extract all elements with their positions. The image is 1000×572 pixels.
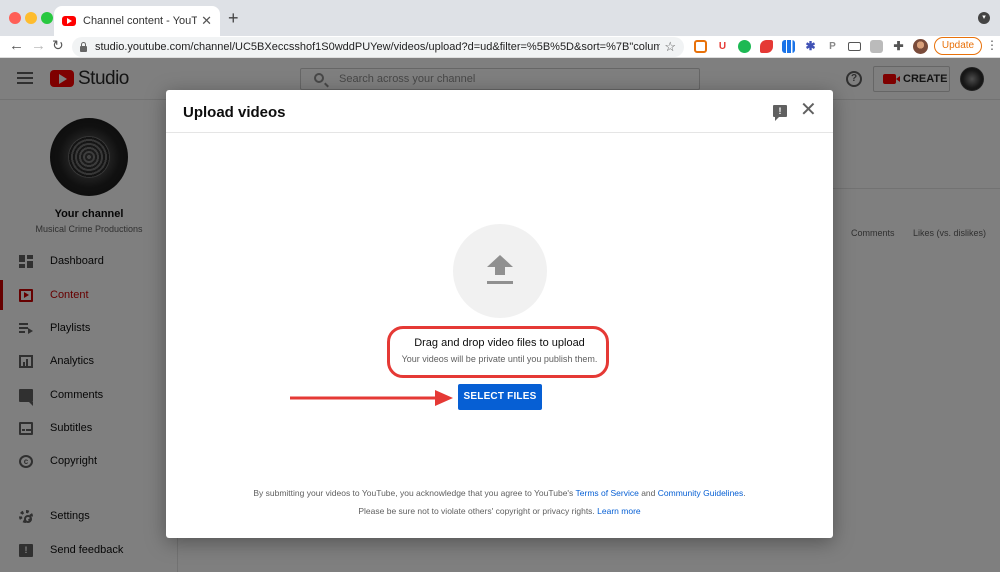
new-tab-button[interactable]: +: [228, 8, 239, 29]
extension-grey-icon[interactable]: [870, 40, 883, 53]
lock-icon: [80, 41, 87, 52]
annotation-highlight-oval: [387, 326, 609, 378]
extension-layout-icon[interactable]: [694, 40, 707, 53]
chrome-profile-menu-icon[interactable]: ▾: [978, 12, 990, 24]
extension-gear-icon[interactable]: ✱: [804, 40, 817, 53]
dialog-title: Upload videos: [183, 104, 286, 121]
upload-videos-dialog: Upload videos ! ✕ Drag and drop video fi…: [166, 90, 833, 538]
close-icon[interactable]: ✕: [800, 100, 817, 120]
chrome-menu-icon[interactable]: ⋮: [986, 38, 998, 52]
dialog-header: Upload videos ! ✕: [166, 90, 833, 133]
extension-keyboard-icon[interactable]: [848, 42, 861, 51]
maximize-window-button[interactable]: [41, 12, 53, 24]
terms-prefix: By submitting your videos to YouTube, yo…: [253, 488, 574, 498]
update-button[interactable]: Update: [934, 37, 982, 55]
profile-avatar[interactable]: [913, 39, 928, 54]
extension-bars-icon[interactable]: [782, 40, 795, 53]
youtube-favicon-icon: [62, 16, 76, 26]
send-feedback-icon[interactable]: !: [773, 105, 787, 121]
extension-u-icon[interactable]: U: [716, 40, 729, 53]
extension-grammar-icon[interactable]: [738, 40, 751, 53]
upload-arrow-base: [487, 281, 513, 284]
terms-of-service-link[interactable]: Terms of Service: [576, 488, 639, 498]
browser-tab-bar: Channel content - YouTube Studio ✕ + ▾: [0, 0, 1000, 36]
forward-arrow-icon[interactable]: →: [31, 37, 46, 54]
community-guidelines-link[interactable]: Community Guidelines: [658, 488, 744, 498]
tab-close-icon[interactable]: ✕: [201, 13, 212, 29]
close-window-button[interactable]: [9, 12, 21, 24]
terms-and: and: [641, 488, 656, 498]
upload-arrow-icon: [487, 255, 513, 267]
upload-arrow-stem: [495, 267, 505, 275]
privacy-text: Please be sure not to violate others' co…: [166, 506, 833, 516]
annotation-arrow-icon: [290, 390, 453, 406]
back-arrow-icon[interactable]: ←: [9, 37, 24, 54]
terms-suffix: .: [743, 488, 746, 498]
address-bar[interactable]: studio.youtube.com/channel/UC5BXeccsshof…: [72, 37, 684, 57]
extension-p-icon[interactable]: P: [826, 40, 839, 53]
url-text: studio.youtube.com/channel/UC5BXeccsshof…: [95, 41, 661, 53]
minimize-window-button[interactable]: [25, 12, 37, 24]
terms-text: By submitting your videos to YouTube, yo…: [166, 488, 833, 498]
browser-toolbar: ← → ↻ studio.youtube.com/channel/UC5BXec…: [0, 36, 1000, 58]
extension-red-icon[interactable]: [760, 40, 773, 53]
upload-dropzone-icon[interactable]: [453, 224, 547, 318]
bookmark-star-icon[interactable]: ☆: [664, 39, 676, 55]
learn-more-link[interactable]: Learn more: [597, 506, 640, 516]
tab-title: Channel content - YouTube Studio: [83, 15, 198, 27]
reload-icon[interactable]: ↻: [52, 37, 64, 54]
browser-tab[interactable]: Channel content - YouTube Studio ✕: [54, 6, 220, 36]
select-files-button[interactable]: SELECT FILES: [458, 384, 542, 410]
extensions-puzzle-icon[interactable]: ✚: [892, 40, 905, 53]
privacy-message: Please be sure not to violate others' co…: [358, 506, 595, 516]
